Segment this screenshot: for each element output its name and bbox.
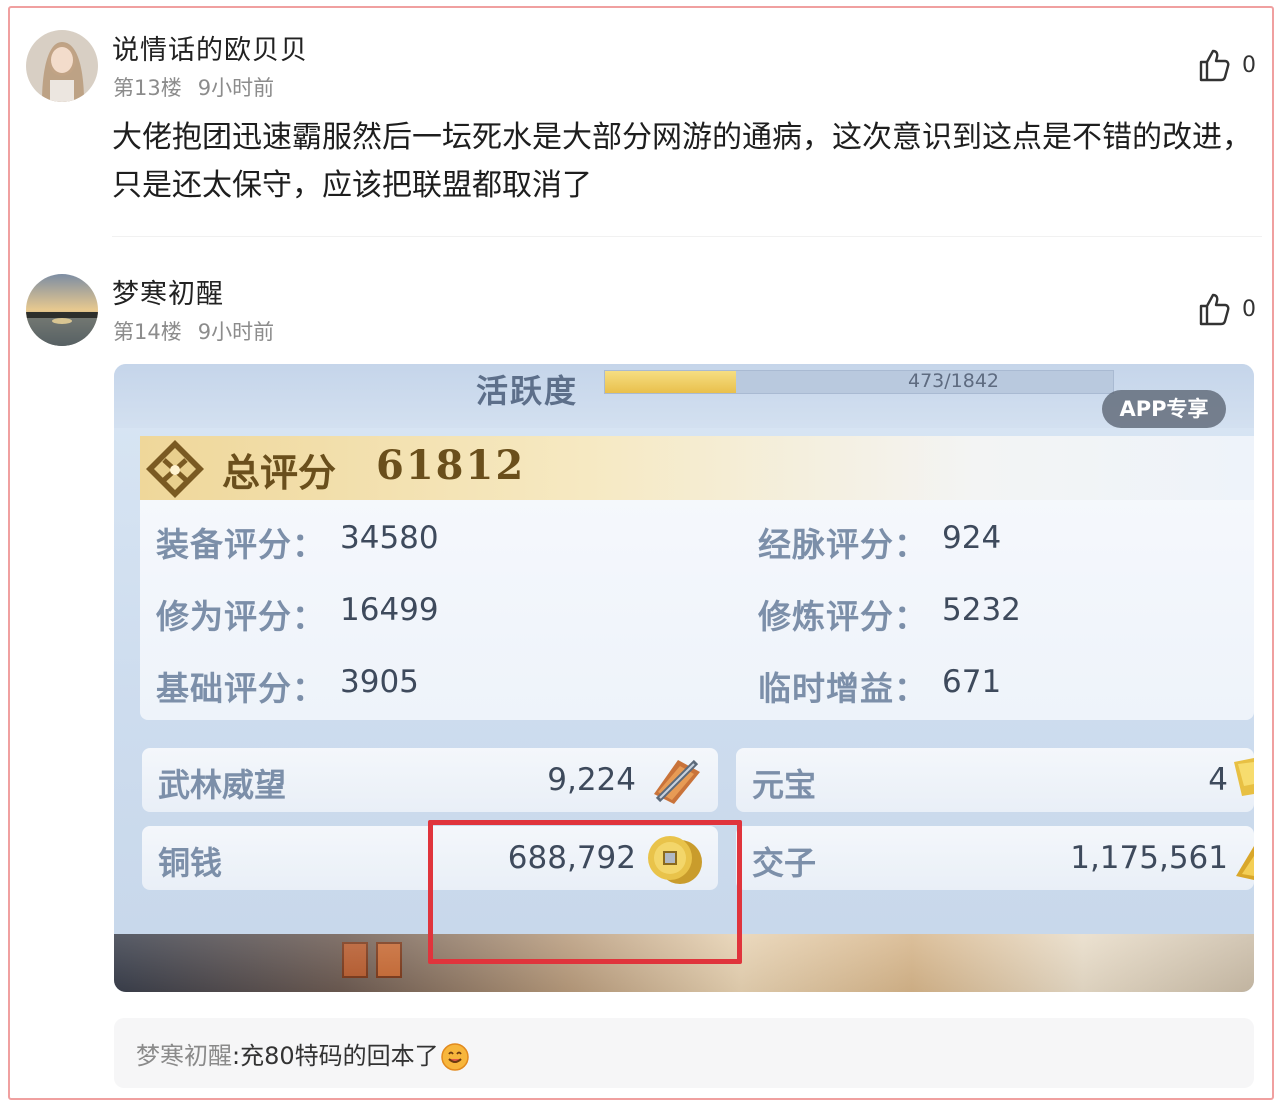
username[interactable]: 说情话的欧贝贝 [112, 28, 308, 67]
floor-number: 第14楼 [113, 320, 182, 344]
score-value: 34580 [340, 520, 439, 556]
avatar[interactable] [26, 30, 98, 102]
highlight-box [428, 820, 742, 964]
post-meta: 第13楼 9小时前 [113, 72, 274, 102]
activity-label: 活跃度 [476, 372, 579, 410]
score-value: 3905 [340, 664, 419, 700]
like-count: 0 [1242, 52, 1256, 78]
total-score-band: 总评分 61812 [140, 436, 1254, 500]
score-value: 671 [942, 664, 1002, 700]
resource-box: 武林威望 9,224 [142, 748, 718, 812]
note-icon [1236, 846, 1254, 880]
score-panel: 总评分 61812 装备评分： 34580 经脉评分： 924 修为评分： 16… [140, 436, 1254, 720]
score-label: 修炼评分： [758, 597, 928, 636]
resource-box: 元宝 4 [736, 748, 1254, 812]
ingot-icon [1234, 758, 1254, 796]
post-body: 大佬抱团迅速霸服然后一坛死水是大部分网游的通病，这次意识到这点是不错的改进，只是… [112, 120, 1252, 203]
reply-text: :充80特码的回本了 [232, 1042, 439, 1070]
resource-value: 9,224 [547, 762, 636, 798]
score-value: 5232 [942, 592, 1021, 628]
sword-badge-icon [654, 759, 700, 804]
activity-value: 473/1842 [908, 370, 1000, 392]
resource-value: 1,175,561 [1070, 840, 1228, 876]
reply-box[interactable]: 梦寒初醒:充80特码的回本了 [114, 1018, 1254, 1088]
total-score-emblem-icon [146, 440, 204, 498]
user-avatar-icon [26, 274, 98, 346]
like-count: 0 [1242, 296, 1256, 322]
score-label: 基础评分： [156, 669, 326, 708]
post-time: 9小时前 [197, 320, 275, 344]
divider [112, 236, 1262, 237]
activity-progress-fill [605, 371, 736, 393]
lantern-decoration [342, 942, 368, 978]
thumbs-up-icon [1199, 293, 1230, 326]
resource-label: 武林威望 [158, 766, 287, 804]
post-meta: 第14楼 9小时前 [113, 316, 274, 346]
username[interactable]: 梦寒初醒 [112, 272, 224, 311]
score-label: 修为评分： [156, 597, 326, 636]
total-score-value: 61812 [376, 442, 526, 489]
lantern-decoration [376, 942, 402, 978]
reply-username[interactable]: 梦寒初醒 [136, 1042, 232, 1070]
resource-label: 交子 [752, 844, 817, 882]
activity-progress-bar [604, 370, 1114, 394]
resource-label: 铜钱 [158, 844, 223, 882]
resource-label: 元宝 [752, 766, 817, 804]
smiling-face-emoji-icon [440, 1043, 469, 1071]
score-label: 临时增益： [758, 669, 928, 708]
resource-value: 4 [1208, 762, 1228, 798]
reply-content: 梦寒初醒:充80特码的回本了 [136, 1036, 469, 1071]
score-value: 924 [942, 520, 1002, 556]
score-label: 经脉评分： [758, 525, 928, 564]
resource-box: 交子 1,175,561 [736, 826, 1254, 890]
score-label: 装备评分： [156, 525, 326, 564]
thumbs-up-icon [1199, 49, 1230, 82]
floor-number: 第13楼 [113, 76, 182, 100]
app-exclusive-badge: APP专享 [1102, 390, 1226, 428]
total-score-label: 总评分 [222, 450, 337, 495]
like-button[interactable]: 0 [1198, 292, 1256, 326]
avatar[interactable] [26, 274, 98, 346]
post-time: 9小时前 [197, 76, 275, 100]
score-value: 16499 [340, 592, 439, 628]
like-button[interactable]: 0 [1198, 48, 1256, 82]
user-avatar-icon [26, 30, 98, 102]
